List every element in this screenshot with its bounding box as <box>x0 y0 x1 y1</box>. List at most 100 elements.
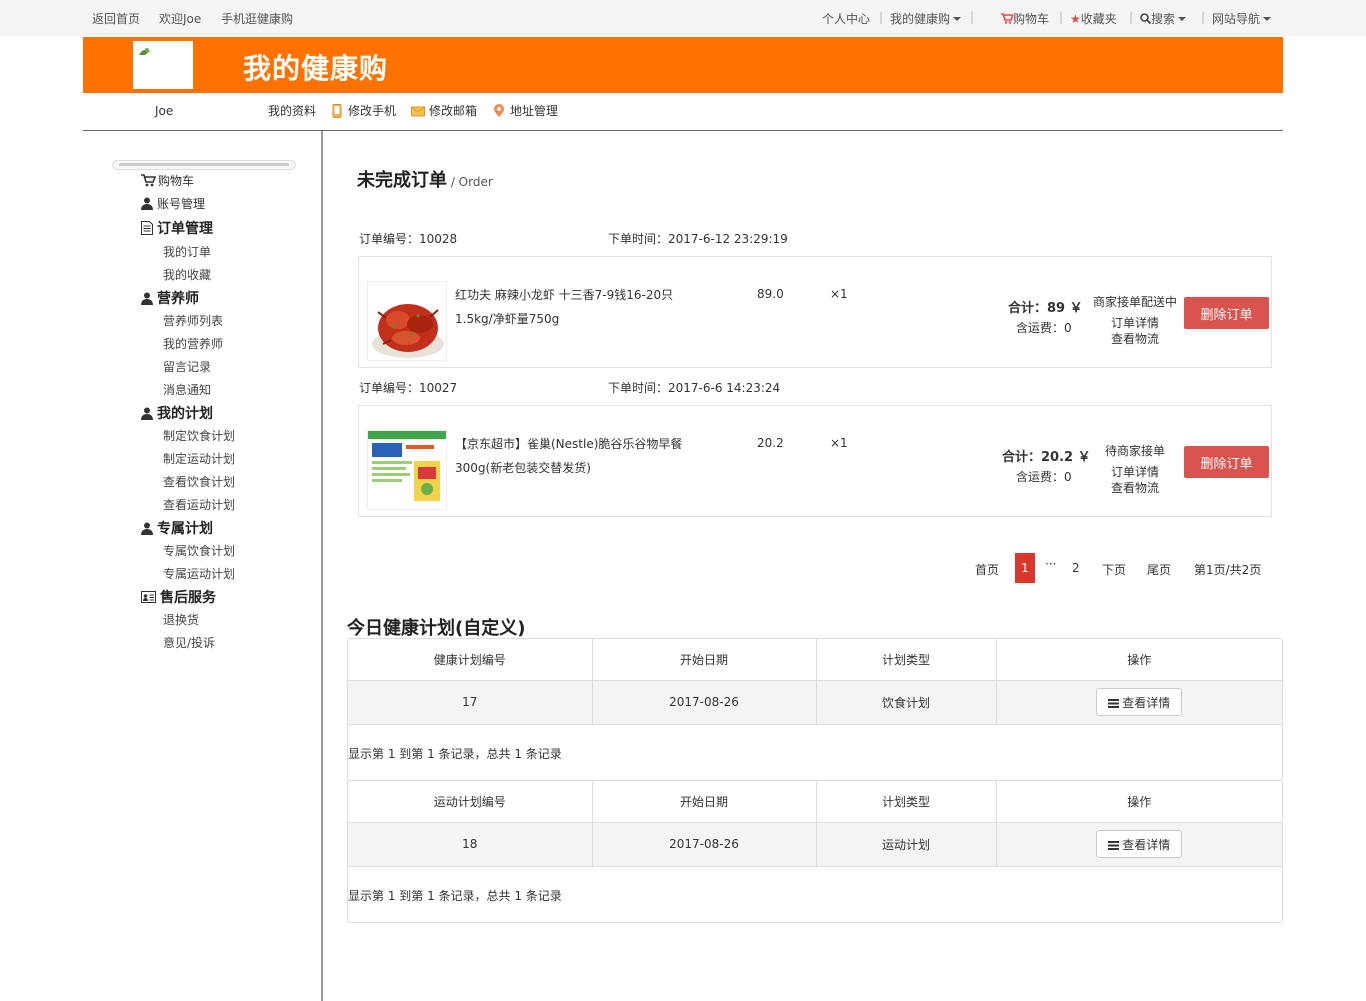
sidebar-item-complaint[interactable]: 意见/投诉 <box>163 634 215 651</box>
search-dropdown[interactable]: 搜索 <box>1140 10 1187 27</box>
sidebar-item-notifications[interactable]: 消息通知 <box>163 381 211 398</box>
my-health-dropdown[interactable]: 我的健康购 <box>890 10 962 27</box>
pagination-next[interactable]: 下页 <box>1102 561 1126 578</box>
product-image[interactable] <box>367 281 447 361</box>
column-header[interactable]: 运动计划编号 <box>348 781 593 823</box>
logistics-link[interactable]: 查看物流 <box>1111 330 1159 347</box>
sidebar-item-view-sport-plan[interactable]: 查看运动计划 <box>163 496 235 513</box>
email-icon <box>411 106 425 117</box>
bird-logo-icon <box>139 48 150 55</box>
table-cell: 2017-08-26 <box>592 822 817 867</box>
sidebar-item-return[interactable]: 退换货 <box>163 611 199 628</box>
cart-label: 购物车 <box>1013 12 1050 26</box>
column-header[interactable]: 健康计划编号 <box>348 639 593 681</box>
view-details-button[interactable]: 查看详情 <box>1096 830 1183 858</box>
favorites-label: 收藏夹 <box>1080 12 1117 26</box>
favorites-link[interactable]: ★收藏夹 <box>1070 10 1117 27</box>
sidebar-item-make-diet-plan[interactable]: 制定饮食计划 <box>163 427 235 444</box>
sidebar-section-label: 订单管理 <box>157 221 213 237</box>
product-name[interactable]: 【京东超市】雀巢(Nestle)脆谷乐谷物早餐 <box>455 432 682 456</box>
sidebar-item-my-nutritionist[interactable]: 我的营养师 <box>163 335 223 352</box>
table-cell: 饮食计划 <box>816 680 997 725</box>
sidebar-section-label: 营养师 <box>157 291 199 307</box>
order-card: 【京东超市】雀巢(Nestle)脆谷乐谷物早餐 300g(新老包装交替发货) 2… <box>358 405 1272 517</box>
product-name[interactable]: 红功夫 麻辣小龙虾 十三香7-9钱16-20只 <box>455 283 673 307</box>
cart-link[interactable]: 购物车 <box>1001 10 1049 27</box>
column-header: 操作 <box>996 639 1282 681</box>
my-health-label: 我的健康购 <box>890 12 951 26</box>
table-cell: 2017-08-26 <box>592 680 817 725</box>
sidebar-item-account[interactable]: 账号管理 <box>141 195 205 212</box>
sidebar-item-my-favorites[interactable]: 我的收藏 <box>163 266 211 283</box>
column-header[interactable]: 计划类型 <box>816 781 997 823</box>
column-header[interactable]: 开始日期 <box>592 781 817 823</box>
pagination-first[interactable]: 首页 <box>975 561 999 578</box>
mobile-link[interactable]: 手机逛健康购 <box>221 10 293 27</box>
table-cell: 17 <box>348 680 593 725</box>
order-total: 合计：89 ￥ <box>1008 297 1083 316</box>
personal-center-link[interactable]: 个人中心 <box>822 10 870 27</box>
chevron-down-icon <box>1263 17 1272 21</box>
change-phone-label: 修改手机 <box>348 104 397 118</box>
delete-order-button[interactable]: 删除订单 <box>1184 297 1269 329</box>
id-card-icon <box>141 591 156 603</box>
chevron-down-icon <box>1178 17 1187 21</box>
page-title: 我的健康购 <box>243 52 389 85</box>
delete-order-button[interactable]: 删除订单 <box>1184 446 1269 478</box>
column-header[interactable]: 计划类型 <box>816 639 997 681</box>
sidebar-item-view-diet-plan[interactable]: 查看饮食计划 <box>163 473 235 490</box>
divider: | <box>970 10 975 24</box>
change-email-link[interactable]: 修改邮箱 <box>411 102 477 119</box>
order-number: 订单编号：10027 <box>359 381 458 395</box>
total-value: 89 ￥ <box>1047 301 1083 316</box>
table-cell: 运动计划 <box>816 822 997 867</box>
pagination-last[interactable]: 尾页 <box>1147 561 1171 578</box>
user-icon <box>141 407 153 420</box>
order-detail-link[interactable]: 订单详情 <box>1111 314 1159 331</box>
orders-title: 未完成订单 <box>357 170 447 191</box>
profile-subnav: Joe 我的资料 修改手机 修改邮箱 地址管理 <box>83 93 1283 131</box>
sidebar-item-message-log[interactable]: 留言记录 <box>163 358 211 375</box>
change-phone-link[interactable]: 修改手机 <box>330 102 396 119</box>
logistics-link[interactable]: 查看物流 <box>1111 479 1159 496</box>
site-nav-label: 网站导航 <box>1212 12 1261 26</box>
address-label: 地址管理 <box>510 104 559 118</box>
pagination-info: 第1页/共2页 <box>1194 563 1262 577</box>
sidebar-item-make-sport-plan[interactable]: 制定运动计划 <box>163 450 235 467</box>
order-number: 订单编号：10028 <box>359 232 458 246</box>
sidebar-item-my-orders[interactable]: 我的订单 <box>163 243 211 260</box>
order-detail-link[interactable]: 订单详情 <box>1111 463 1159 480</box>
address-link[interactable]: 地址管理 <box>492 102 558 119</box>
order-status: 待商家接单 <box>1105 444 1166 458</box>
avatar[interactable] <box>133 41 193 89</box>
header-banner: 我的健康购 <box>83 37 1283 93</box>
order-time: 下单时间：2017-6-6 14:23:24 <box>608 381 781 395</box>
sidebar-item-cart[interactable]: 购物车 <box>141 172 194 189</box>
cart-icon <box>141 174 157 187</box>
sidebar-item-label: 账号管理 <box>157 197 206 211</box>
profile-link[interactable]: 我的资料 <box>268 102 316 119</box>
pagination-current[interactable]: 1 <box>1015 553 1035 583</box>
sidebar-item-exclusive-sport[interactable]: 专属运动计划 <box>163 565 235 582</box>
home-link[interactable]: 返回首页 <box>92 10 140 27</box>
sidebar-item-label: 购物车 <box>158 174 195 188</box>
product-image[interactable] <box>367 430 447 510</box>
site-nav-dropdown[interactable]: 网站导航 <box>1212 10 1272 27</box>
total-label: 合计： <box>1002 450 1042 465</box>
view-details-button[interactable]: 查看详情 <box>1096 688 1183 716</box>
sidebar-section-plan: 我的计划 <box>141 403 213 423</box>
sidebar-item-nutritionist-list[interactable]: 营养师列表 <box>163 312 223 329</box>
search-label: 搜索 <box>1151 12 1176 26</box>
total-label: 合计： <box>1008 301 1048 316</box>
cart-icon <box>1001 13 1015 24</box>
order-status: 商家接单配送中 <box>1093 295 1178 309</box>
product-quantity: ×1 <box>830 287 848 301</box>
top-bar: 返回首页 欢迎Joe 手机逛健康购 个人中心 | 我的健康购 | 购物车 | ★… <box>0 0 1366 36</box>
column-header[interactable]: 开始日期 <box>592 639 817 681</box>
pagination-page-2[interactable]: 2 <box>1072 561 1080 575</box>
sidebar-section-label: 专属计划 <box>157 521 213 537</box>
username: Joe <box>155 104 174 118</box>
shipping-fee: 含运费：0 <box>1016 470 1072 484</box>
orders-heading: 未完成订单 / Order <box>357 166 493 192</box>
sidebar-item-exclusive-diet[interactable]: 专属饮食计划 <box>163 542 235 559</box>
